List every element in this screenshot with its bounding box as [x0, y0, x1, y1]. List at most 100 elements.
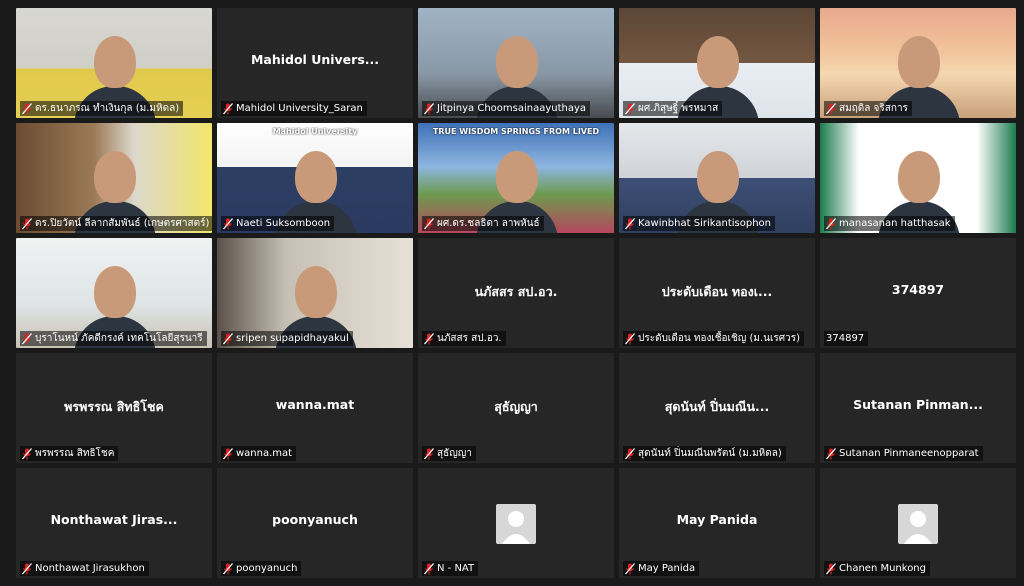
- participant-name-label: Sutanan Pinmaneenopparat: [824, 446, 983, 461]
- participant-tile[interactable]: บุราโนหน์ ภัคดีกรงค์ เทคโนโลยีสุรนารี: [16, 238, 212, 348]
- participant-tile[interactable]: พรพรรณ สิทธิโชค พรพรรณ สิทธิโชค: [16, 353, 212, 463]
- participant-name-label: ดร.ธนาภรณ ทำเงินกุล (ม.มหิดล): [20, 101, 184, 116]
- participant-tile[interactable]: สมฤดิล จริสการ: [820, 8, 1016, 118]
- muted-mic-icon: [625, 102, 635, 114]
- participant-name: พรพรรณ สิทธิโชค: [35, 448, 115, 459]
- participant-tile[interactable]: นภัสสร สป.อว. นภัสสร สป.อว.: [418, 238, 614, 348]
- participant-name: Chanen Munkong: [839, 563, 926, 574]
- participant-tile[interactable]: manasanan hatthasak: [820, 123, 1016, 233]
- participant-name: N - NAT: [437, 563, 475, 574]
- participant-name-label: สุธัญญา: [422, 446, 476, 461]
- participant-figure: [697, 151, 739, 203]
- participant-display-name: สุธัญญา: [494, 399, 538, 414]
- participant-name: บุราโนหน์ ภัคดีกรงค์ เทคโนโลยีสุรนารี: [35, 333, 203, 344]
- participant-figure: [697, 36, 739, 88]
- muted-mic-icon: [826, 562, 836, 574]
- participant-tile[interactable]: poonyanuch poonyanuch: [217, 468, 413, 578]
- muted-mic-icon: [223, 217, 233, 229]
- participant-name-label: ประดับเดือน ทองเชื้อเชิญ (ม.นเรศวร): [623, 331, 804, 346]
- participant-name-label: N - NAT: [422, 561, 479, 576]
- participant-tile[interactable]: Nonthawat Jiras... Nonthawat Jirasukhon: [16, 468, 212, 578]
- participant-name: Jitpinya Choomsainaayuthaya: [437, 103, 587, 114]
- participant-name-label: สมฤดิล จริสการ: [824, 101, 912, 116]
- participant-figure: [496, 36, 538, 88]
- muted-mic-icon: [223, 102, 233, 114]
- participant-name-label: ดร.ปิยวัตน์ ลีลากสัมพันธ์ (เกษตรศาสตร์): [20, 216, 212, 231]
- participant-tile[interactable]: สุธัญญา สุธัญญา: [418, 353, 614, 463]
- participant-tile[interactable]: Sutanan Pinman... Sutanan Pinmaneenoppar…: [820, 353, 1016, 463]
- participant-name-label: Mahidol University_Saran: [221, 101, 367, 116]
- muted-mic-icon: [424, 562, 434, 574]
- participant-tile[interactable]: ดร.ธนาภรณ ทำเงินกุล (ม.มหิดล): [16, 8, 212, 118]
- participant-display-name: 374897: [891, 282, 945, 297]
- participant-name: ดร.ธนาภรณ ทำเงินกุล (ม.มหิดล): [35, 103, 180, 114]
- participant-name-label: 374897: [824, 331, 869, 346]
- participant-name-label: Kawinbhat Sirikantisophon: [623, 216, 775, 231]
- participant-figure: [94, 266, 136, 318]
- participant-name: Sutanan Pinmaneenopparat: [839, 448, 979, 459]
- participant-tile[interactable]: ประดับเดือน ทองเ... ประดับเดือน ทองเชื้อ…: [619, 238, 815, 348]
- participant-display-name: poonyanuch: [272, 512, 358, 527]
- participant-name: ดร.ปิยวัตน์ ลีลากสัมพันธ์ (เกษตรศาสตร์): [35, 218, 210, 229]
- muted-mic-icon: [22, 447, 32, 459]
- participant-display-name: wanna.mat: [275, 397, 355, 412]
- participant-name-label: พรพรรณ สิทธิโชค: [20, 446, 119, 461]
- participant-tile[interactable]: TRUE WISDOM SPRINGS FROM LIVED ผศ.ดร.ชลธ…: [418, 123, 614, 233]
- participant-tile[interactable]: Jitpinya Choomsainaayuthaya: [418, 8, 614, 118]
- muted-mic-icon: [22, 217, 32, 229]
- muted-mic-icon: [223, 447, 233, 459]
- participant-name-label: สุดนันท์ ปิ่นมณีนพรัตน์ (ม.มหิดล): [623, 446, 786, 461]
- muted-mic-icon: [625, 562, 635, 574]
- muted-mic-icon: [625, 217, 635, 229]
- participant-name: poonyanuch: [236, 563, 298, 574]
- default-avatar-icon: [496, 504, 536, 544]
- participant-tile[interactable]: N - NAT: [418, 468, 614, 578]
- participant-name: สุดนันท์ ปิ่นมณีนพรัตน์ (ม.มหิดล): [638, 448, 782, 459]
- muted-mic-icon: [424, 102, 434, 114]
- participant-name: sripen supapidhayakul: [236, 333, 349, 344]
- participant-tile[interactable]: Mahidol Univers... Mahidol University_Sa…: [217, 8, 413, 118]
- participant-figure: [295, 266, 337, 318]
- muted-mic-icon: [424, 447, 434, 459]
- participant-tile[interactable]: Chanen Munkong: [820, 468, 1016, 578]
- muted-mic-icon: [424, 217, 434, 229]
- participant-display-name: Nonthawat Jiras...: [50, 512, 178, 527]
- participant-display-name: May Panida: [676, 512, 758, 527]
- participant-tile[interactable]: Mahidol University Naeti Suksomboon: [217, 123, 413, 233]
- participant-figure: [94, 151, 136, 203]
- participant-tile[interactable]: Kawinbhat Sirikantisophon: [619, 123, 815, 233]
- participant-tile[interactable]: 374897 374897: [820, 238, 1016, 348]
- participant-tile[interactable]: สุดนันท์ ปิ่นมณีน... สุดนันท์ ปิ่นมณีนพร…: [619, 353, 815, 463]
- participant-name: ประดับเดือน ทองเชื้อเชิญ (ม.นเรศวร): [638, 333, 800, 344]
- participant-tile[interactable]: May Panida May Panida: [619, 468, 815, 578]
- participant-figure: [94, 36, 136, 88]
- participant-name-label: Jitpinya Choomsainaayuthaya: [422, 101, 591, 116]
- participant-name-label: บุราโนหน์ ภัคดีกรงค์ เทคโนโลยีสุรนารี: [20, 331, 207, 346]
- participant-tile[interactable]: ผศ.ภิสุษฐิ์ พรหมาส: [619, 8, 815, 118]
- muted-mic-icon: [223, 332, 233, 344]
- participant-tile[interactable]: ดร.ปิยวัตน์ ลีลากสัมพันธ์ (เกษตรศาสตร์): [16, 123, 212, 233]
- participant-name: Mahidol University_Saran: [236, 103, 363, 114]
- participant-display-name: Mahidol Univers...: [250, 52, 380, 67]
- muted-mic-icon: [22, 102, 32, 114]
- participant-name-label: manasanan hatthasak: [824, 216, 955, 231]
- muted-mic-icon: [424, 332, 434, 344]
- participant-tile[interactable]: sripen supapidhayakul: [217, 238, 413, 348]
- muted-mic-icon: [826, 447, 836, 459]
- participant-name: Kawinbhat Sirikantisophon: [638, 218, 771, 229]
- virtual-background-text: TRUE WISDOM SPRINGS FROM LIVED: [432, 127, 600, 136]
- participant-name-label: sripen supapidhayakul: [221, 331, 353, 346]
- participant-display-name: สุดนันท์ ปิ่นมณีน...: [664, 399, 770, 414]
- participant-name: May Panida: [638, 563, 696, 574]
- participant-name-label: May Panida: [623, 561, 700, 576]
- participant-name: สมฤดิล จริสการ: [839, 103, 908, 114]
- muted-mic-icon: [826, 102, 836, 114]
- participant-figure: [496, 151, 538, 203]
- participant-name: นภัสสร สป.อว.: [437, 333, 502, 344]
- participant-name: สุธัญญา: [437, 448, 472, 459]
- video-grid: ดร.ธนาภรณ ทำเงินกุล (ม.มหิดล) Mahidol Uni…: [16, 8, 1016, 580]
- participant-name-label: Naeti Suksomboon: [221, 216, 335, 231]
- participant-name: 374897: [826, 333, 865, 344]
- participant-tile[interactable]: wanna.mat wanna.mat: [217, 353, 413, 463]
- participant-display-name: ประดับเดือน ทองเ...: [661, 284, 773, 299]
